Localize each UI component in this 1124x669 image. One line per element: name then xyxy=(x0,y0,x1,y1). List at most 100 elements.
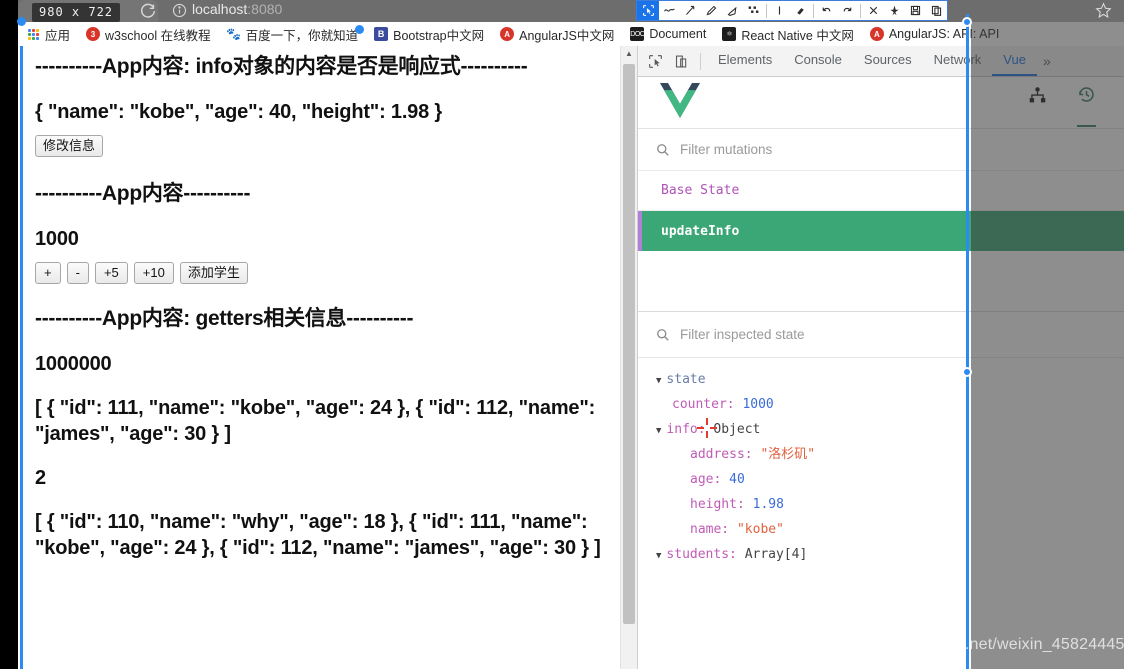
decrement-button[interactable]: - xyxy=(66,262,89,285)
redo-tool-icon[interactable] xyxy=(837,1,858,20)
mutations-list: Base State updateInfo xyxy=(638,171,1124,311)
bookmark-label: w3school 在线教程 xyxy=(105,28,211,43)
component-tree-icon[interactable] xyxy=(1028,80,1047,126)
chevron-down-icon[interactable]: ▼ xyxy=(656,551,661,561)
chevron-down-icon[interactable]: ▼ xyxy=(656,376,661,386)
state-filter-row[interactable]: Filter inspected state xyxy=(638,312,1124,358)
eraser-tool-icon[interactable] xyxy=(790,1,811,20)
react-native-icon: ⚛ xyxy=(722,27,737,41)
freehand-tool-icon[interactable] xyxy=(659,1,680,20)
select-region-tool-icon[interactable] xyxy=(637,1,659,20)
bookmark-label: AngularJS中文网 xyxy=(519,28,615,43)
state-students-type: Array[4] xyxy=(744,546,808,562)
left-black-gutter-top xyxy=(0,0,18,22)
mutation-base-state[interactable]: Base State xyxy=(638,171,1124,211)
state-age-key: age: xyxy=(690,471,722,487)
angularjs-icon: A xyxy=(500,27,515,41)
mutations-filter-input[interactable]: Filter mutations xyxy=(680,142,772,157)
state-info-row[interactable]: ▼ info: Object xyxy=(656,418,1124,443)
toolbar-separator-3 xyxy=(860,3,861,18)
tab-vue[interactable]: Vue xyxy=(992,46,1037,76)
more-tabs-icon[interactable]: » xyxy=(1037,53,1057,69)
state-name-value: "kobe" xyxy=(736,521,784,537)
highlighter-tool-icon[interactable] xyxy=(722,1,743,20)
increment-by-5-button[interactable]: +5 xyxy=(94,262,128,285)
state-root-row[interactable]: ▼ state xyxy=(656,368,1124,393)
bookmark-label: 应用 xyxy=(45,28,71,43)
mutations-filter-row[interactable]: Filter mutations xyxy=(638,129,1124,171)
reload-icon[interactable] xyxy=(139,2,157,20)
document-icon: DOC xyxy=(630,27,645,41)
selection-handle-left[interactable] xyxy=(17,17,26,26)
state-counter-row: counter: 1000 xyxy=(656,393,1124,418)
getter-count-value: 2 xyxy=(35,467,46,490)
state-age-value: 40 xyxy=(729,471,745,487)
mosaic-tool-icon[interactable] xyxy=(743,1,764,20)
state-students-key: students: xyxy=(666,546,737,562)
increment-button[interactable]: + xyxy=(35,262,61,285)
tab-elements[interactable]: Elements xyxy=(707,46,783,76)
vue-devtools-header xyxy=(638,77,1124,129)
state-height-value: 1.98 xyxy=(752,496,784,512)
state-name-key: name: xyxy=(690,521,730,537)
toggle-device-toolbar-icon[interactable] xyxy=(668,48,694,74)
inspect-element-icon[interactable] xyxy=(642,48,668,74)
browser-toolbar: localhost:8080 xyxy=(0,0,1124,22)
star-icon[interactable] xyxy=(1095,2,1112,19)
modify-info-button[interactable]: 修改信息 xyxy=(35,134,104,158)
left-black-gutter-body xyxy=(0,46,18,669)
bookmark-apps[interactable]: 应用 xyxy=(18,25,78,44)
vue-logo-icon xyxy=(660,82,700,123)
page-scrollbar[interactable]: ▲ xyxy=(620,46,637,669)
devtools-panel: Elements Console Sources Network Vue » F… xyxy=(637,46,1124,669)
heading-info-section: ----------App内容: info对象的内容是否是响应式--------… xyxy=(35,55,528,78)
heading-getters-section: ----------App内容: getters相关信息---------- xyxy=(35,307,414,331)
bookmark-document[interactable]: DOC Document xyxy=(622,27,714,41)
bookmark-angularjs[interactable]: A AngularJS中文网 xyxy=(492,25,622,44)
bookmark-label: AngularJS: API: API xyxy=(888,27,1000,41)
state-age-row: age: 40 xyxy=(656,468,1124,493)
annotation-toolbar[interactable] xyxy=(636,0,948,21)
scrollbar-up-arrow-icon[interactable]: ▲ xyxy=(621,46,637,61)
state-counter-value: 1000 xyxy=(742,396,774,412)
undo-tool-icon[interactable] xyxy=(816,1,837,20)
save-tool-icon[interactable] xyxy=(905,1,926,20)
search-icon xyxy=(656,328,670,342)
pencil-tool-icon[interactable] xyxy=(701,1,722,20)
mutation-update-info[interactable]: updateInfo xyxy=(638,211,1124,251)
tab-network[interactable]: Network xyxy=(923,46,993,76)
heading-app-section: ----------App内容---------- xyxy=(35,182,251,206)
app-root: ----------App内容: info对象的内容是否是响应式--------… xyxy=(23,46,620,669)
counter-button-row: + - +5 +10 添加学生 xyxy=(35,262,608,285)
bookmark-angularjs-api[interactable]: A AngularJS: API: API xyxy=(862,27,1007,41)
selection-handle-bookmark[interactable] xyxy=(355,25,364,34)
info-circle-icon[interactable] xyxy=(172,3,187,18)
bookmark-react-native[interactable]: ⚛ React Native 中文网 xyxy=(714,25,862,44)
state-students-row[interactable]: ▼ students: Array[4] xyxy=(656,543,1124,568)
pin-tool-icon[interactable] xyxy=(884,1,905,20)
viewport-size-tooltip: 980 x 722 xyxy=(32,3,121,22)
info-object-value: { "name": "kobe", "age": 40, "height": 1… xyxy=(35,100,442,123)
angularjs-api-icon: A xyxy=(869,27,884,41)
text-tool-icon[interactable] xyxy=(769,1,790,20)
bookmark-w3school[interactable]: 3 w3school 在线教程 xyxy=(78,25,219,44)
increment-by-10-button[interactable]: +10 xyxy=(133,262,174,285)
address-bar-url[interactable]: localhost:8080 xyxy=(192,1,282,17)
close-tool-icon[interactable] xyxy=(863,1,884,20)
scrollbar-thumb[interactable] xyxy=(623,64,635,624)
tab-sources[interactable]: Sources xyxy=(853,46,923,76)
chevron-down-icon[interactable]: ▼ xyxy=(656,426,661,436)
state-filter-input[interactable]: Filter inspected state xyxy=(680,327,805,342)
add-student-button[interactable]: 添加学生 xyxy=(179,262,248,285)
url-port: :8080 xyxy=(247,1,283,17)
state-height-row: height: 1.98 xyxy=(656,493,1124,518)
vuex-history-icon[interactable] xyxy=(1077,79,1096,127)
bookmark-label: 百度一下，你就知道 xyxy=(245,28,359,43)
copy-tool-icon[interactable] xyxy=(926,1,947,20)
tab-console[interactable]: Console xyxy=(783,46,853,76)
bookmark-bootstrap[interactable]: B Bootstrap中文网 xyxy=(366,25,492,44)
bookmark-label: Bootstrap中文网 xyxy=(393,28,485,43)
bookmark-baidu[interactable]: 🐾 百度一下，你就知道 xyxy=(219,25,367,44)
state-info-type: Object xyxy=(713,421,761,437)
line-tool-icon[interactable] xyxy=(680,1,701,20)
